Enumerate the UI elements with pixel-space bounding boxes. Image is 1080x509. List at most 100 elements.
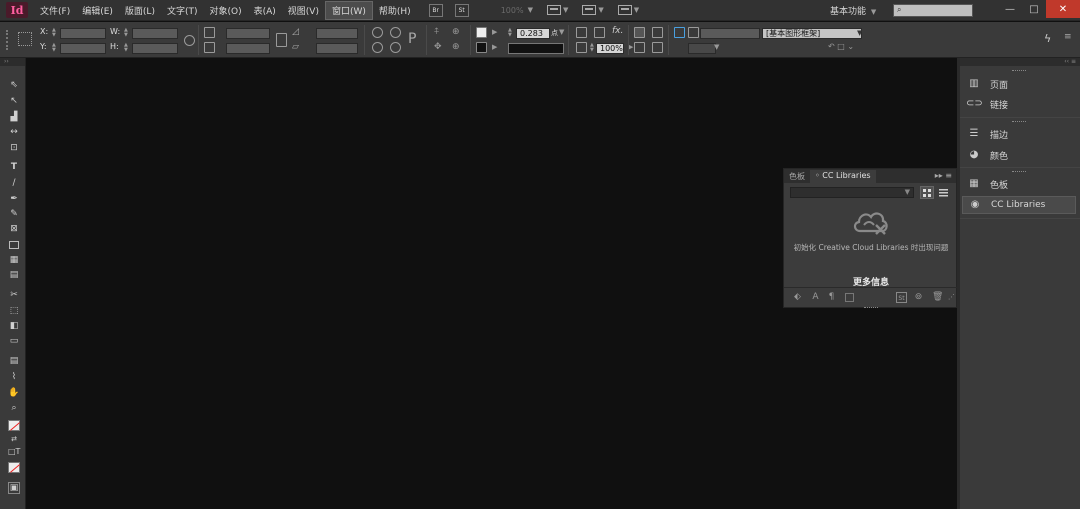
- line-tool-icon[interactable]: ∕: [8, 178, 20, 189]
- screen-mode-icon[interactable]: [582, 5, 597, 15]
- collapse-dock-icon[interactable]: ‹‹ ≡: [960, 58, 1080, 66]
- collapse-icon[interactable]: ››: [0, 58, 25, 66]
- trash-icon[interactable]: 🗑: [932, 292, 943, 303]
- corner-options-select[interactable]: [688, 43, 716, 54]
- menu-view[interactable]: 视图(V): [282, 2, 325, 19]
- grid-view-icon[interactable]: [920, 186, 934, 199]
- help-search-input[interactable]: ⌕: [893, 4, 973, 17]
- h-stepper[interactable]: ▲ ▼: [124, 43, 129, 54]
- view-options-icon[interactable]: [546, 5, 561, 15]
- reference-point-icon[interactable]: [18, 32, 32, 46]
- h-field[interactable]: [132, 43, 178, 54]
- rotation-field[interactable]: [316, 28, 358, 39]
- free-transform-tool-icon[interactable]: ⬚: [8, 306, 20, 317]
- menu-file[interactable]: 文件(F): [34, 2, 76, 19]
- page-tool-icon[interactable]: ▟: [8, 112, 20, 123]
- add-character-style-icon[interactable]: A: [810, 292, 821, 303]
- text-wrap-icon[interactable]: [634, 27, 645, 38]
- scale-x-field[interactable]: [226, 28, 270, 39]
- add-paragraph-style-icon[interactable]: ¶: [826, 292, 837, 303]
- fit-frame-icon[interactable]: [652, 42, 663, 53]
- chevron-down-icon[interactable]: ▼: [714, 43, 719, 51]
- w-stepper[interactable]: ▲ ▼: [124, 28, 129, 39]
- menu-help[interactable]: 帮助(H): [373, 2, 417, 19]
- chevron-down-icon[interactable]: ▼: [598, 6, 603, 14]
- constrain-proportions-icon[interactable]: [184, 35, 195, 46]
- panel-grip[interactable]: [864, 307, 878, 310]
- gradient-feather-tool-icon[interactable]: ▭: [8, 336, 20, 347]
- rectangle-frame-tool-icon[interactable]: ⊠: [8, 224, 20, 235]
- rotate-ccw-icon[interactable]: [390, 27, 401, 38]
- fit-content-icon[interactable]: [634, 42, 645, 53]
- dock-item-color[interactable]: ◕ 颜色: [962, 146, 1076, 164]
- chevron-down-icon[interactable]: ▼: [528, 6, 533, 14]
- close-button[interactable]: ✕: [1046, 0, 1080, 18]
- dock-item-links[interactable]: ⊂⊃ 链接: [962, 95, 1076, 113]
- type-tool-icon[interactable]: T: [8, 162, 20, 173]
- pen-tool-icon[interactable]: ✒: [8, 194, 20, 205]
- chevron-right-icon[interactable]: ▶: [492, 28, 497, 36]
- chevron-down-icon[interactable]: ▼: [857, 29, 862, 37]
- fx-icon[interactable]: fx.: [612, 26, 623, 36]
- gap-tool-icon[interactable]: ↔: [8, 127, 20, 138]
- apply-none-icon[interactable]: [8, 462, 20, 473]
- pencil-tool-icon[interactable]: ✎: [8, 209, 20, 220]
- panel-grip[interactable]: [1012, 171, 1026, 174]
- panel-menu-icon[interactable]: ▸▸ ≡: [935, 171, 952, 180]
- table-tool-icon[interactable]: ▦: [8, 255, 20, 266]
- dock-item-swatches[interactable]: ▦ 色板: [962, 175, 1076, 193]
- library-select[interactable]: ▼: [790, 187, 914, 198]
- shear-field[interactable]: [316, 43, 358, 54]
- zoom-tool-icon[interactable]: ⌕: [8, 403, 20, 414]
- x-field[interactable]: [60, 28, 106, 39]
- panel-grip[interactable]: [1012, 70, 1026, 73]
- scissors-tool-icon[interactable]: ✂: [8, 290, 20, 301]
- opacity-field[interactable]: 100%: [596, 43, 624, 54]
- chevron-right-icon[interactable]: ▶: [492, 43, 497, 51]
- menu-object[interactable]: 对象(O): [204, 2, 248, 19]
- object-style-select[interactable]: [基本图形框架]: [762, 28, 862, 39]
- fill-swatch-icon[interactable]: [476, 27, 487, 38]
- select-container-icon[interactable]: ⍏: [434, 27, 445, 38]
- panel-grip[interactable]: [6, 30, 10, 50]
- maximize-button[interactable]: □: [1022, 0, 1046, 18]
- selection-tool-icon[interactable]: ⇖: [8, 80, 20, 91]
- flip-horizontal-icon[interactable]: [372, 42, 383, 53]
- x-stepper[interactable]: ▲ ▼: [52, 28, 57, 39]
- opacity-stepper[interactable]: ▲ ▼: [590, 43, 595, 54]
- auto-fit-icon[interactable]: [688, 27, 699, 38]
- tab-swatches[interactable]: 色板: [784, 170, 810, 183]
- link-scale-icon[interactable]: [276, 33, 287, 47]
- add-color-icon[interactable]: [845, 293, 854, 302]
- flip-vertical-icon[interactable]: [390, 42, 401, 53]
- y-stepper[interactable]: ▲ ▼: [52, 43, 57, 54]
- menu-table[interactable]: 表(A): [248, 2, 282, 19]
- select-previous-icon[interactable]: ⊕: [452, 27, 463, 38]
- stroke-weight-field[interactable]: 0.283: [516, 28, 550, 39]
- zoom-level[interactable]: 100%: [501, 6, 524, 15]
- menu-edit[interactable]: 编辑(E): [76, 2, 119, 19]
- direct-selection-tool-icon[interactable]: ↖: [8, 96, 20, 107]
- gradient-swatch-tool-icon[interactable]: ◧: [8, 321, 20, 332]
- stroke-type-select[interactable]: [508, 43, 564, 54]
- path-direction-icon[interactable]: P: [408, 31, 416, 47]
- chevron-down-icon[interactable]: ▼: [634, 6, 639, 14]
- note-tool-icon[interactable]: ▤: [8, 356, 20, 367]
- fill-stroke-icon[interactable]: [8, 420, 20, 431]
- rectangle-tool-icon[interactable]: [9, 241, 19, 249]
- frame-fitting-icon[interactable]: [674, 27, 685, 38]
- w-field[interactable]: [132, 28, 178, 39]
- workspace-switcher[interactable]: 基本功能 ▼: [830, 4, 876, 17]
- menu-layout[interactable]: 版面(L): [119, 2, 161, 19]
- resize-handle-icon[interactable]: ⋰: [946, 292, 957, 303]
- wrap-around-icon[interactable]: [652, 27, 663, 38]
- dock-item-pages[interactable]: ▥ 页面: [962, 75, 1076, 93]
- scale-y-field[interactable]: [226, 43, 270, 54]
- cc-sync-icon[interactable]: ⊚: [913, 292, 924, 303]
- stock-icon[interactable]: St: [896, 292, 907, 303]
- arrange-documents-icon[interactable]: [617, 5, 632, 15]
- minimize-button[interactable]: —: [998, 0, 1022, 18]
- stock-button[interactable]: St: [454, 3, 469, 17]
- lightning-icon[interactable]: ϟ: [1044, 32, 1051, 45]
- dock-item-stroke[interactable]: ☰ 描边: [962, 125, 1076, 143]
